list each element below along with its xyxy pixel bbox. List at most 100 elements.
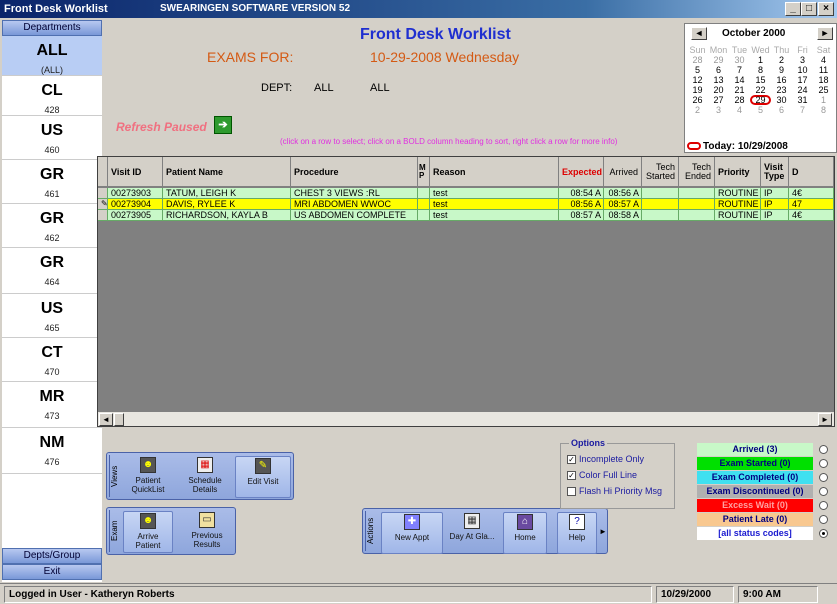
flash-hi-priority-checkbox[interactable] [567, 487, 576, 497]
dept-item-cl[interactable]: CL 428 [2, 76, 102, 116]
calendar-day[interactable]: 4 [813, 55, 834, 65]
table-row[interactable]: 00273905 RICHARDSON, KAYLA B US ABDOMEN … [98, 210, 834, 221]
dept-item-all[interactable]: ALL (ALL) [2, 36, 102, 76]
calendar-day[interactable]: 6 [771, 105, 792, 115]
calendar-day[interactable]: 29 [708, 55, 729, 65]
horizontal-scrollbar[interactable]: ◄ ► [98, 411, 834, 426]
schedule-details-button[interactable]: ▦ Schedule Details [181, 456, 229, 498]
calendar-grid[interactable]: Sun Mon Tue Wed Thu Fri Sat 28 29 30 1 2 3 4 5 6 7 8 9 10… [687, 45, 837, 115]
column-procedure[interactable]: Procedure [291, 157, 418, 187]
table-row-selected[interactable]: ✎ 00273904 DAVIS, RYLEE K MRI ABDOMEN WW… [98, 199, 834, 210]
status-radio-arrived[interactable] [819, 445, 828, 454]
worklist-grid[interactable]: Visit ID Patient Name Procedure M P Reas… [97, 156, 835, 427]
calendar-day[interactable]: 16 [771, 75, 792, 85]
status-patient-late[interactable]: Patient Late (0) [697, 513, 813, 526]
calendar-day[interactable]: 17 [792, 75, 813, 85]
status-radio-patient-late[interactable] [819, 515, 828, 524]
calendar-day[interactable]: 27 [708, 95, 729, 105]
calendar-day[interactable]: 18 [813, 75, 834, 85]
calendar-day[interactable]: 6 [708, 65, 729, 75]
calendar-day[interactable]: 14 [729, 75, 750, 85]
option-flash-hi-priority[interactable]: Flash Hi Priority Msg [567, 486, 662, 497]
calendar-day[interactable]: 4 [729, 105, 750, 115]
status-radio-exam-completed[interactable] [819, 473, 828, 482]
status-exam-discontinued[interactable]: Exam Discontinued (0) [697, 485, 813, 498]
calendar-day[interactable]: 2 [687, 105, 708, 115]
column-priority[interactable]: Priority [715, 157, 761, 187]
status-excess-wait[interactable]: Excess Wait (0) [697, 499, 813, 512]
column-visit-id[interactable]: Visit ID [108, 157, 163, 187]
calendar-day[interactable]: 9 [771, 65, 792, 75]
calendar-day[interactable]: 7 [792, 105, 813, 115]
column-tech-started[interactable]: Tech Started [642, 157, 679, 187]
status-all-codes[interactable]: [all status codes] [697, 527, 813, 540]
scroll-left-icon[interactable]: ◄ [99, 413, 113, 426]
status-radio-excess-wait[interactable] [819, 501, 828, 510]
calendar-day[interactable]: 15 [750, 75, 771, 85]
status-radio-exam-discontinued[interactable] [819, 487, 828, 496]
new-appt-button[interactable]: ✚ New Appt [381, 512, 443, 554]
calendar-day[interactable]: 22 [750, 85, 771, 95]
calendar-day[interactable]: 20 [708, 85, 729, 95]
table-row[interactable]: 00273903 TATUM, LEIGH K CHEST 3 VIEWS :R… [98, 188, 834, 199]
calendar-day[interactable]: 19 [687, 85, 708, 95]
dept-item-gr-462[interactable]: GR 462 [2, 204, 102, 248]
dept-item-us-460[interactable]: US 460 [2, 116, 102, 160]
dept-item-mr[interactable]: MR 473 [2, 382, 102, 428]
column-d[interactable]: D [789, 157, 834, 187]
toolbar-overflow-icon[interactable]: ► [599, 527, 607, 536]
column-visit-type[interactable]: Visit Type [761, 157, 789, 187]
calendar-day[interactable]: 3 [792, 55, 813, 65]
option-color-full-line[interactable]: ✓ Color Full Line [567, 470, 637, 481]
help-button[interactable]: ? Help [557, 512, 597, 554]
status-exam-completed[interactable]: Exam Completed (0) [697, 471, 813, 484]
minimize-button[interactable]: _ [785, 2, 801, 16]
scroll-thumb[interactable] [114, 413, 124, 426]
calendar-day[interactable]: 8 [813, 105, 834, 115]
calendar-day[interactable]: 1 [813, 95, 834, 105]
column-expected[interactable]: Expected [559, 157, 604, 187]
column-tech-ended[interactable]: Tech Ended [679, 157, 715, 187]
dept-item-us-465[interactable]: US 465 [2, 294, 102, 338]
calendar-day[interactable]: 28 [729, 95, 750, 105]
depts-group-button[interactable]: Depts/Group [2, 548, 102, 564]
calendar-day[interactable]: 12 [687, 75, 708, 85]
calendar-day[interactable]: 25 [813, 85, 834, 95]
dept-item-gr-464[interactable]: GR 464 [2, 248, 102, 294]
calendar-day[interactable]: 26 [687, 95, 708, 105]
calendar-day[interactable]: 30 [771, 95, 792, 105]
calendar-day[interactable]: 8 [750, 65, 771, 75]
dept-item-nm[interactable]: NM 476 [2, 428, 102, 474]
calendar-day[interactable]: 2 [771, 55, 792, 65]
column-patient-name[interactable]: Patient Name [163, 157, 291, 187]
day-at-glance-button[interactable]: ▦ Day At Gla... [445, 512, 499, 554]
calendar-next-button[interactable]: ► [817, 27, 833, 40]
option-incomplete-only[interactable]: ✓ Incomplete Only [567, 454, 644, 465]
status-arrived[interactable]: Arrived (3) [697, 443, 813, 456]
calendar-day[interactable]: 10 [792, 65, 813, 75]
calendar-prev-button[interactable]: ◄ [691, 27, 707, 40]
calendar-day[interactable]: 11 [813, 65, 834, 75]
calendar-day[interactable]: 31 [792, 95, 813, 105]
calendar[interactable]: ◄ October 2000 ► Sun Mon Tue Wed Thu Fri Sat 2… [684, 23, 837, 153]
calendar-day[interactable]: 23 [771, 85, 792, 95]
incomplete-only-checkbox[interactable]: ✓ [567, 455, 576, 465]
column-reason[interactable]: Reason [430, 157, 559, 187]
dept-item-gr-461[interactable]: GR 461 [2, 160, 102, 204]
maximize-button[interactable]: □ [801, 2, 817, 16]
status-radio-all-codes[interactable] [819, 529, 828, 538]
calendar-day[interactable]: 7 [729, 65, 750, 75]
calendar-day[interactable]: 21 [729, 85, 750, 95]
scroll-right-icon[interactable]: ► [818, 413, 832, 426]
arrive-patient-button[interactable]: ☻ Arrive Patient [123, 511, 173, 553]
column-arrived[interactable]: Arrived [604, 157, 642, 187]
calendar-day[interactable]: 28 [687, 55, 708, 65]
dept-item-ct[interactable]: CT 470 [2, 338, 102, 382]
calendar-day[interactable]: 3 [708, 105, 729, 115]
column-mp[interactable]: M P [418, 157, 430, 187]
calendar-day[interactable]: 24 [792, 85, 813, 95]
calendar-day-today[interactable]: 29 [750, 95, 771, 105]
close-button[interactable]: × [818, 2, 834, 16]
refresh-arrow-icon[interactable]: ➔ [214, 116, 232, 134]
calendar-today[interactable]: Today: 10/29/2008 [687, 141, 788, 152]
